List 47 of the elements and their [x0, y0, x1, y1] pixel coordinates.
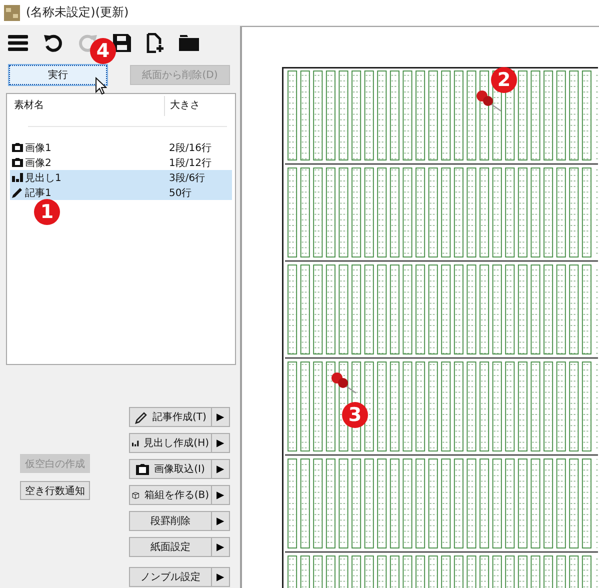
- free-rows-button[interactable]: 空き行数通知: [20, 481, 90, 500]
- column-header[interactable]: 大きさ: [165, 96, 200, 116]
- material-name: 記事1: [25, 186, 52, 200]
- dropdown-arrow-button[interactable]: ▶: [212, 433, 230, 453]
- dropdown-arrow-button[interactable]: ▶: [212, 407, 230, 427]
- material-row[interactable]: 画像2 1段/12行: [10, 155, 232, 170]
- material-size: 50行: [168, 186, 192, 200]
- folder-icon[interactable]: [179, 35, 199, 51]
- save-icon[interactable]: [113, 34, 131, 52]
- number-badge: 4: [90, 38, 116, 64]
- material-name: 画像2: [25, 156, 52, 170]
- bar-chart-icon: [12, 173, 23, 182]
- camera-icon: [136, 464, 150, 474]
- pushpin-icon: [476, 90, 502, 112]
- dropdown-arrow-button[interactable]: ▶: [212, 537, 230, 557]
- camera-icon: [12, 158, 23, 167]
- create-button[interactable]: 箱組を作る(B): [129, 485, 212, 505]
- create-button[interactable]: ノンブル設定: [129, 567, 212, 587]
- material-row[interactable]: 画像1 2段/16行: [10, 140, 232, 155]
- create-button[interactable]: 段罫削除: [129, 511, 212, 531]
- dropdown-arrow-button[interactable]: ▶: [212, 459, 230, 479]
- dropdown-arrow-button[interactable]: ▶: [212, 485, 230, 505]
- dropdown-arrow-button[interactable]: ▶: [212, 511, 230, 531]
- dropdown-arrow-button[interactable]: ▶: [212, 567, 230, 587]
- menu-icon[interactable]: [8, 34, 28, 52]
- run-button[interactable]: 実行: [9, 65, 107, 85]
- pencil-icon: [12, 187, 23, 198]
- new-document-icon[interactable]: [146, 33, 164, 53]
- pushpin-icon: [331, 372, 357, 394]
- material-size: 1段/12行: [168, 156, 212, 170]
- create-button[interactable]: 画像取込(I): [129, 459, 212, 479]
- material-size: 3段/6行: [168, 172, 206, 184]
- column-header[interactable]: 素材名: [10, 96, 165, 116]
- undo-icon[interactable]: [43, 33, 63, 53]
- material-name: 画像1: [25, 142, 52, 154]
- app-icon: [4, 4, 20, 20]
- material-name: 見出し1: [25, 172, 62, 184]
- material-row[interactable]: 見出し1 3段/6行: [10, 170, 232, 185]
- material-row[interactable]: 記事1 50行: [10, 185, 232, 200]
- pencil-icon: [134, 410, 148, 424]
- create-button[interactable]: 見出し作成(H): [129, 433, 212, 453]
- create-button[interactable]: 記事作成(T): [129, 407, 212, 427]
- create-button[interactable]: 紙面設定: [129, 537, 212, 557]
- camera-icon: [12, 143, 23, 152]
- material-size: 2段/16行: [168, 142, 212, 154]
- bar-chart-icon: [132, 438, 139, 448]
- window-title: (名称未設定)(更新): [26, 4, 129, 21]
